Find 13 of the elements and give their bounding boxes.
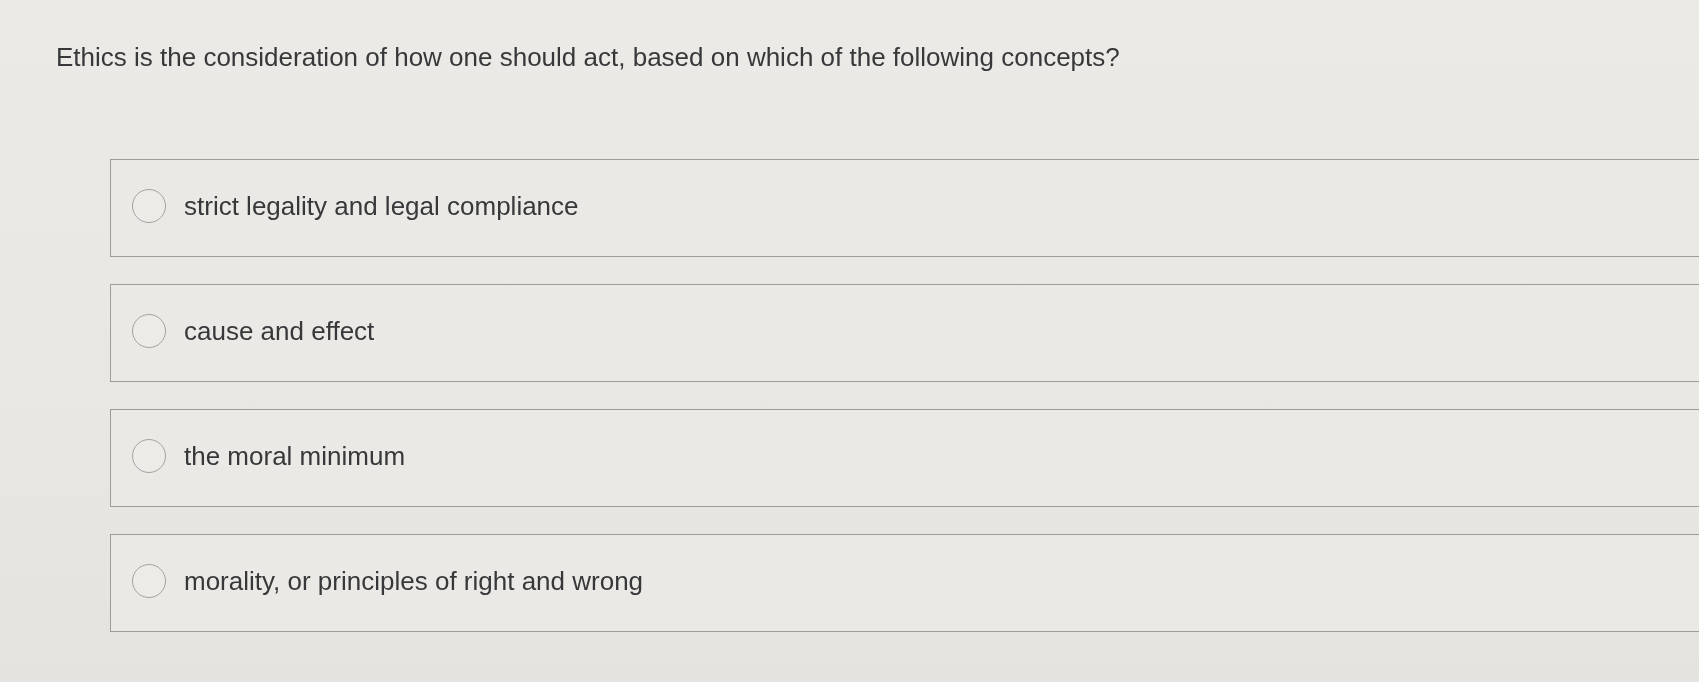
radio-button[interactable] [132,564,166,598]
answer-option[interactable]: morality, or principles of right and wrong [110,534,1699,632]
option-label: strict legality and legal compliance [184,190,579,222]
radio-button[interactable] [132,439,166,473]
option-label: the moral minimum [184,440,406,472]
answer-option[interactable]: the moral minimum [110,409,1699,507]
radio-button[interactable] [132,314,166,348]
answer-option[interactable]: strict legality and legal compliance [110,159,1699,257]
answer-option[interactable]: cause and effect [110,284,1699,382]
radio-button[interactable] [132,189,166,223]
option-label: cause and effect [184,315,375,347]
question-text: Ethics is the consideration of how one should act, based on which of the following concepts? [56,41,1120,73]
option-label: morality, or principles of right and wrong [184,565,644,597]
